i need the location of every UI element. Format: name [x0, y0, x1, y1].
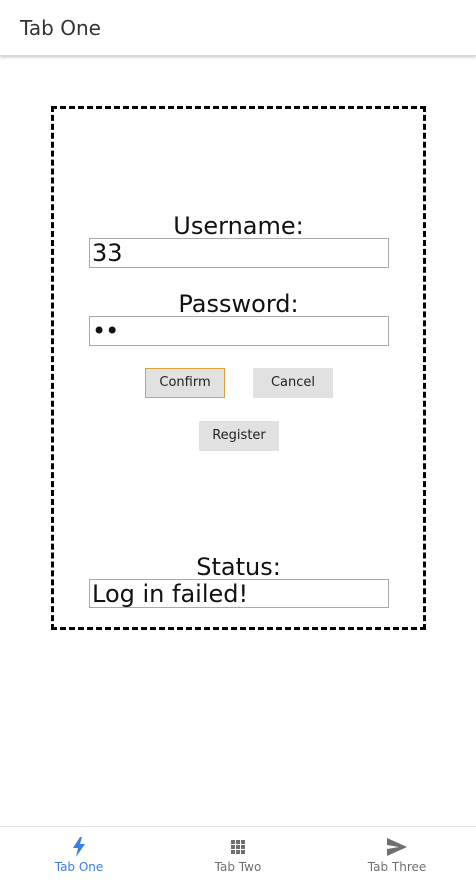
tab-one-label: Tab One — [54, 860, 104, 874]
username-input[interactable]: 33 — [89, 238, 389, 268]
status-label: Status: — [196, 553, 281, 581]
username-label: Username: — [173, 212, 304, 240]
main-content: Username: 33 Password: •• Confirm Cancel… — [0, 57, 476, 825]
bottom-tab-bar: Tab One Tab Two Tab Three — [0, 826, 476, 882]
app-header: Tab One — [0, 0, 476, 56]
send-icon — [318, 837, 476, 857]
password-input[interactable]: •• — [89, 316, 389, 346]
cancel-button[interactable]: Cancel — [253, 368, 333, 398]
status-field[interactable]: Log in failed! — [89, 579, 389, 608]
page-title: Tab One — [20, 16, 101, 40]
tab-three[interactable]: Tab Three — [318, 827, 476, 883]
tab-two-label: Tab Two — [214, 860, 262, 874]
login-form-box: Username: 33 Password: •• Confirm Cancel… — [51, 106, 426, 630]
tab-three-label: Tab Three — [367, 860, 427, 874]
tab-two[interactable]: Tab Two — [159, 827, 317, 883]
confirm-button[interactable]: Confirm — [145, 368, 225, 398]
flash-icon — [0, 837, 158, 857]
register-button[interactable]: Register — [199, 421, 279, 451]
apps-grid-icon — [159, 837, 317, 857]
password-label: Password: — [178, 290, 299, 318]
tab-one[interactable]: Tab One — [0, 827, 158, 883]
